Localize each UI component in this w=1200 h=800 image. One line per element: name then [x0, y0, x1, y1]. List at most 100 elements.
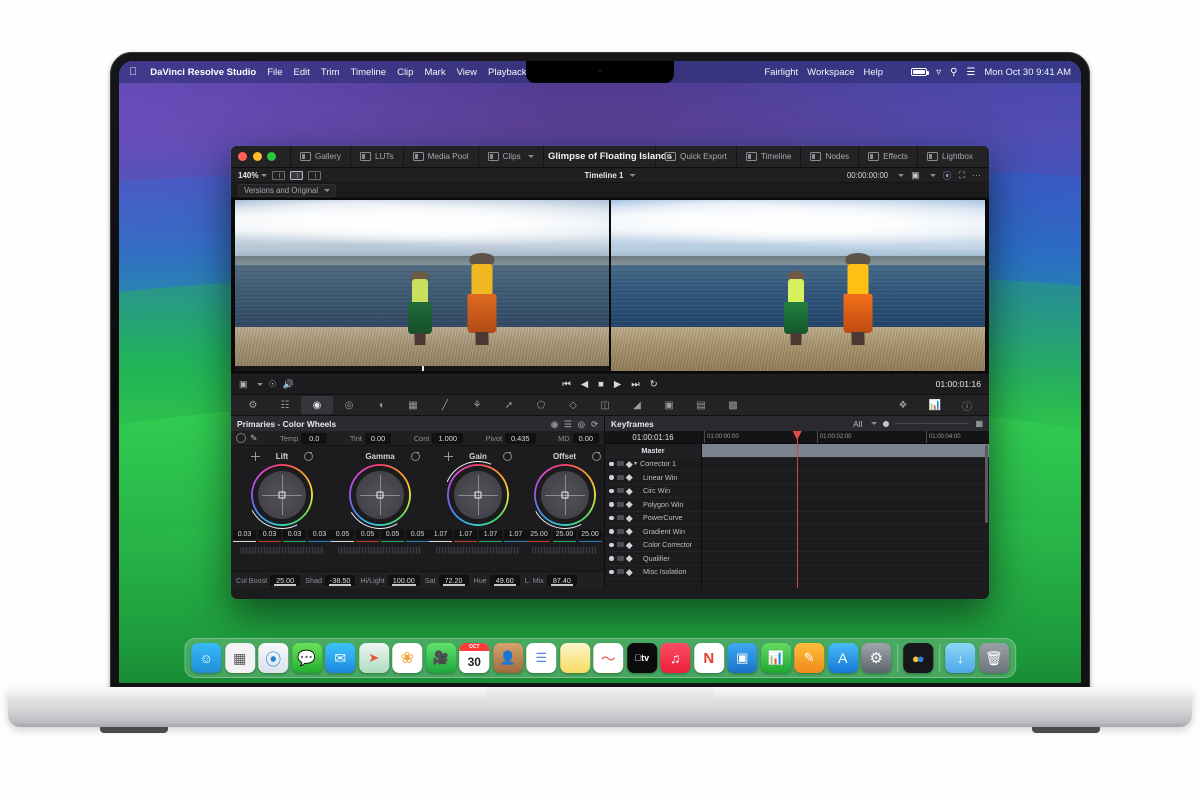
- color-wheel-gamma[interactable]: Gamma 0.05 0.05 0.05 0.05: [331, 450, 429, 571]
- menu-workspace[interactable]: Workspace: [807, 67, 854, 78]
- hue-value[interactable]: 49.60: [489, 574, 520, 586]
- close-button[interactable]: [238, 152, 247, 161]
- search-icon[interactable]: ⚲: [950, 67, 957, 78]
- keyframes-scrollbar[interactable]: [985, 445, 988, 523]
- track-keyframe-icon[interactable]: [625, 501, 632, 508]
- lift-value-y[interactable]: 0.03: [233, 530, 256, 539]
- track-enable-icon[interactable]: [609, 529, 614, 534]
- blur-icon[interactable]: ▣: [653, 396, 685, 414]
- track-enable-icon[interactable]: [609, 556, 614, 561]
- color-warper-icon[interactable]: ➚: [493, 396, 525, 414]
- gamma-value-r[interactable]: 0.05: [356, 530, 379, 539]
- stop-icon[interactable]: ■: [598, 379, 604, 390]
- track-keyframe-icon[interactable]: [625, 460, 632, 467]
- gamma-master-slider[interactable]: [337, 547, 423, 554]
- control-center-icon[interactable]: ☰: [966, 67, 975, 78]
- keyframes-timeline[interactable]: 01:00:00:00 01:00:02:00 01:00:04:00: [702, 431, 989, 588]
- luts-button[interactable]: LUTs: [351, 146, 404, 168]
- menu-view[interactable]: View: [457, 67, 477, 78]
- reverse-play-icon[interactable]: ◀: [581, 379, 588, 390]
- dock-app-news[interactable]: N: [693, 643, 724, 673]
- track-enable-icon[interactable]: [609, 515, 614, 520]
- gain-value-r[interactable]: 1.07: [454, 530, 477, 539]
- dock-app-apple-tv[interactable]: tv: [626, 643, 657, 673]
- dock-trash[interactable]: 🗑: [978, 643, 1009, 673]
- log-wheels-icon[interactable]: ◖: [365, 396, 397, 414]
- dock-app-photos[interactable]: ❀: [392, 643, 423, 673]
- keyframe-lane[interactable]: [702, 552, 989, 566]
- split-viewer-icon[interactable]: [290, 170, 304, 180]
- color-wheels-icon[interactable]: ◉: [301, 396, 333, 414]
- color-wheel-lift[interactable]: Lift 0.03 0.03 0.03 0.03: [233, 450, 331, 571]
- keyframe-lane-master[interactable]: [702, 444, 989, 458]
- effects-button[interactable]: Effects: [858, 146, 917, 168]
- timeline-button[interactable]: Timeline: [735, 146, 801, 168]
- display-mode-chevron-icon[interactable]: [256, 382, 263, 386]
- stills-icon[interactable]: ▣: [911, 170, 920, 181]
- eyedropper-icon[interactable]: ✎: [250, 433, 258, 444]
- palette-wheels-mode-icon[interactable]: ◉: [551, 419, 558, 429]
- timeline-selector[interactable]: Timeline 1: [585, 171, 636, 180]
- display-mode-icon[interactable]: ▣: [239, 379, 248, 390]
- color-wheel-gain[interactable]: Gain 1.07 1.07 1.07 1.07: [429, 450, 527, 571]
- param-sat[interactable]: Sat 72.20: [425, 574, 469, 586]
- gain-master-slider[interactable]: [435, 547, 521, 554]
- macos-dock[interactable]: ☺ ▦ ⦿ 💬 ✉ ➤ ❀ 🎥 OCT 30 👤 ☰ 〜 : [184, 638, 1016, 678]
- dock-app-finder[interactable]: ☺: [191, 643, 222, 673]
- dual-viewer-icon[interactable]: [308, 170, 322, 180]
- track-circ-win[interactable]: Circ Win: [605, 485, 701, 498]
- rgb-mixer-icon[interactable]: ▦: [397, 396, 429, 414]
- dock-app-contacts[interactable]: 👤: [492, 643, 523, 673]
- menu-file[interactable]: File: [267, 67, 282, 78]
- track-gradient-win[interactable]: Gradient Win: [605, 525, 701, 539]
- viewer-scrubber-left[interactable]: [235, 366, 609, 371]
- offset-value-r[interactable]: 25.00: [527, 530, 551, 539]
- palette-parameter-row[interactable]: ✎ Temp 0.0 Tint 0.00 Cont 1.000 Pivot 0.…: [231, 431, 604, 446]
- lift-master-slider[interactable]: [239, 547, 325, 554]
- param-cont[interactable]: Cont 1.000: [414, 432, 463, 444]
- gamma-wheel[interactable]: [338, 453, 422, 537]
- nodes-button[interactable]: Nodes: [800, 146, 858, 168]
- track-keyframe-icon[interactable]: [625, 555, 632, 562]
- viewer-timecode[interactable]: 00:00:00:00: [847, 171, 888, 180]
- viewer-toolbar[interactable]: 140% Timeline 1 00:00:00:00 ▣ ⦿ ⛶ ⋯: [231, 168, 989, 183]
- lift-reset-icon[interactable]: [304, 452, 314, 461]
- dock-app-launchpad[interactable]: ▦: [224, 643, 255, 673]
- track-color-corrector[interactable]: Color Corrector: [605, 539, 701, 552]
- dock-app-app-store[interactable]: A: [827, 643, 858, 673]
- sizing-icon[interactable]: ▩: [717, 396, 749, 414]
- palette-bars-mode-icon[interactable]: ☰: [564, 419, 572, 429]
- color-wheel-icon[interactable]: ⦿: [943, 169, 952, 182]
- keyframes-ruler[interactable]: 01:00:00:00 01:00:02:00 01:00:04:00: [702, 431, 989, 444]
- hilight-value[interactable]: 100.00: [387, 574, 420, 586]
- keyframe-lane[interactable]: [702, 512, 989, 525]
- left-toolbar-buttons[interactable]: Gallery LUTs Media Pool Clips: [290, 146, 544, 168]
- zoom-level[interactable]: 140%: [238, 171, 258, 180]
- keyframe-lane[interactable]: [702, 485, 989, 498]
- menu-clip[interactable]: Clip: [397, 67, 413, 78]
- sat-value[interactable]: 72.20: [438, 574, 469, 586]
- dock-app-safari[interactable]: ⦿: [258, 643, 289, 673]
- palette-reset-icon[interactable]: ⟳: [591, 419, 598, 429]
- offset-master-slider[interactable]: [532, 547, 597, 554]
- menu-timeline[interactable]: Timeline: [351, 67, 387, 78]
- chevron-down-icon[interactable]: ▾: [634, 460, 637, 467]
- color-tool-strip[interactable]: ⚙ ☷ ◉ ◎ ◖ ▦ ╱ ⚘ ➚ ⬠ ◇ ◫ ◢ ▣ ▤ ▩ ❖ 📊 ⓘ: [231, 394, 989, 416]
- track-linear-win[interactable]: Linear Win: [605, 471, 701, 485]
- track-bypass-icon[interactable]: [616, 542, 624, 548]
- power-windows-icon[interactable]: ◇: [557, 396, 589, 414]
- expand-icon[interactable]: ⛶: [959, 170, 965, 181]
- track-bypass-icon[interactable]: [616, 501, 624, 507]
- dock-app-music[interactable]: ♫: [660, 643, 691, 673]
- track-bypass-icon[interactable]: [616, 569, 624, 575]
- gamma-reset-icon[interactable]: [410, 452, 420, 461]
- keyframes-filter[interactable]: All: [853, 419, 862, 429]
- ellipsis-icon[interactable]: ⋯: [972, 170, 982, 181]
- qualifier-icon[interactable]: ⬠: [525, 396, 557, 414]
- keyframes-zoom-handle[interactable]: [883, 420, 890, 427]
- track-enable-icon[interactable]: [609, 488, 614, 493]
- gain-value-y[interactable]: 1.07: [429, 530, 452, 539]
- param-col-boost[interactable]: Col Boost 25.00: [236, 574, 301, 586]
- dock-app-settings[interactable]: ⚙: [861, 643, 892, 673]
- param-md[interactable]: MD 0.00: [558, 432, 599, 444]
